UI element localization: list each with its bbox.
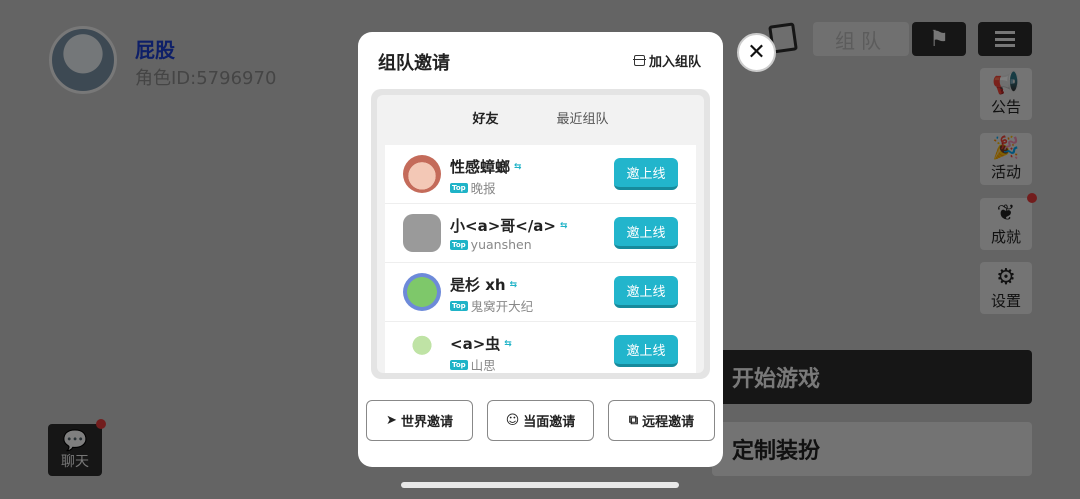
friend-name: 是杉 xh <box>450 276 506 294</box>
gender-icon: ⇆ <box>560 220 568 231</box>
friend-avatar[interactable] <box>403 214 441 252</box>
send-icon: ➤ <box>386 413 397 428</box>
gender-icon: ⇆ <box>504 338 512 349</box>
friend-list-panel: 好友 最近组队 性感蟑螂 ⇆ Top 晚报 邀上线 小<a>哥</a> ⇆ Top yu… <box>377 95 704 373</box>
team-invite-dialog: 组队邀请 加入组队 好友 最近组队 性感蟑螂 ⇆ Top 晚报 邀上线 小<a>哥<… <box>358 32 723 467</box>
friend-name: 性感蟑螂 <box>450 158 511 176</box>
face-to-face-invite-label: 当面邀请 <box>523 415 576 430</box>
list-item: 小<a>哥</a> ⇆ Top yuanshen 邀上线 <box>385 204 696 263</box>
friend-subtitle: 晚报 <box>470 181 496 196</box>
friend-subtitle: yuanshen <box>470 237 532 252</box>
face-icon: ☺ <box>505 413 520 428</box>
gender-icon: ⇆ <box>509 279 518 290</box>
friend-list[interactable]: 性感蟑螂 ⇆ Top 晚报 邀上线 小<a>哥</a> ⇆ Top yuanshen 邀… <box>385 145 696 373</box>
invite-online-button[interactable]: 邀上线 <box>614 217 678 249</box>
friend-subtitle: 鬼窝开大纪 <box>470 299 534 314</box>
friend-list-frame: 好友 最近组队 性感蟑螂 ⇆ Top 晚报 邀上线 小<a>哥</a> ⇆ Top yu… <box>371 89 710 379</box>
top-badge: Top <box>450 182 468 193</box>
remote-invite-button[interactable]: ⧉ 远程邀请 <box>608 400 715 441</box>
join-team-label: 加入组队 <box>648 55 701 70</box>
invite-online-button[interactable]: 邀上线 <box>614 335 678 367</box>
join-team-icon <box>632 55 646 66</box>
gender-icon: ⇆ <box>514 161 522 172</box>
list-item: <a>虫 ⇆ Top 山思 邀上线 <box>385 322 696 373</box>
friend-subtitle: 山思 <box>470 358 496 373</box>
list-item: 是杉 xh ⇆ Top 鬼窝开大纪 邀上线 <box>385 263 696 322</box>
tab-bar: 好友 最近组队 <box>377 95 704 139</box>
top-badge: Top <box>450 359 468 370</box>
list-item: 性感蟑螂 ⇆ Top 晚报 邀上线 <box>385 145 696 204</box>
friend-avatar[interactable] <box>403 155 441 193</box>
home-indicator[interactable] <box>401 482 679 488</box>
tab-friends[interactable]: 好友 <box>472 108 498 127</box>
friend-avatar[interactable] <box>403 332 441 370</box>
face-to-face-invite-button[interactable]: ☺ 当面邀请 <box>487 400 594 441</box>
world-invite-label: 世界邀请 <box>400 415 453 430</box>
close-icon: ✕ <box>747 40 766 65</box>
friend-avatar[interactable] <box>403 273 441 311</box>
world-invite-button[interactable]: ➤ 世界邀请 <box>366 400 473 441</box>
friend-name: 小<a>哥</a> <box>450 217 556 235</box>
invite-online-button[interactable]: 邀上线 <box>614 276 678 308</box>
external-link-icon: ⧉ <box>628 413 639 428</box>
top-badge: Top <box>450 300 468 311</box>
friend-name: <a>虫 <box>450 335 501 353</box>
invite-online-button[interactable]: 邀上线 <box>614 158 678 190</box>
close-dialog-button[interactable]: ✕ <box>737 33 776 72</box>
tab-recent-teams[interactable]: 最近组队 <box>557 108 609 127</box>
join-team-button[interactable]: 加入组队 <box>632 51 701 70</box>
invite-method-bar: ➤ 世界邀请 ☺ 当面邀请 ⧉ 远程邀请 <box>366 400 715 441</box>
remote-invite-label: 远程邀请 <box>642 415 695 430</box>
dialog-title: 组队邀请 <box>378 53 450 74</box>
top-badge: Top <box>450 239 468 250</box>
